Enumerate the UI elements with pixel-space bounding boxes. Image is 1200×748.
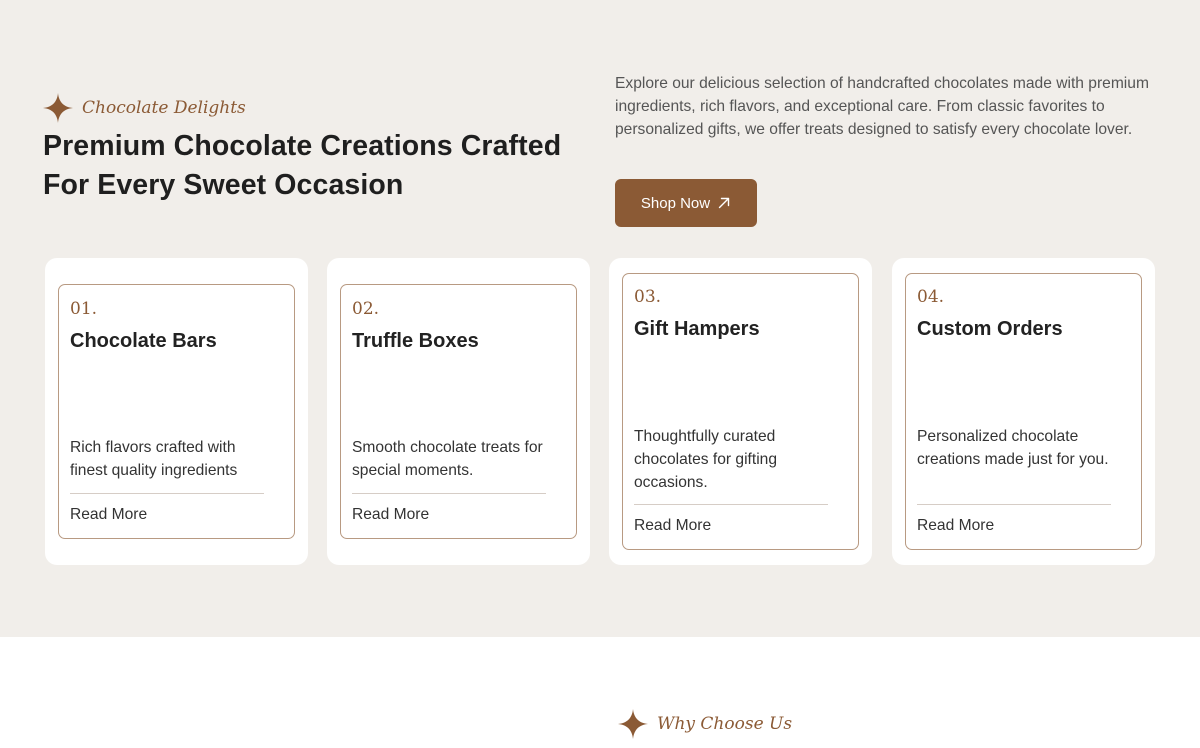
section-eyebrow: Chocolate Delights <box>43 93 246 123</box>
read-more-link[interactable]: Read More <box>70 506 147 524</box>
card-description: Rich flavors crafted with finest quality… <box>70 439 238 479</box>
card-title: Chocolate Bars <box>70 330 217 352</box>
card-divider <box>352 493 546 494</box>
eyebrow-text: Chocolate Delights <box>82 98 246 118</box>
card-number: 03. <box>634 287 662 307</box>
card-number: 04. <box>917 287 945 307</box>
category-card-truffle-boxes[interactable]: 02. Truffle Boxes Smooth chocolate treat… <box>327 258 590 565</box>
card-title: Custom Orders <box>917 318 1063 340</box>
card-inner: 03. Gift Hampers Thoughtfully curated ch… <box>622 273 859 550</box>
arrow-up-right-icon <box>718 197 730 209</box>
read-more-link[interactable]: Read More <box>634 517 711 535</box>
category-card-gift-hampers[interactable]: 03. Gift Hampers Thoughtfully curated ch… <box>609 258 872 565</box>
categories-section: Chocolate Delights Premium Chocolate Cre… <box>0 0 1200 637</box>
section-heading: Premium Chocolate Creations Crafted For … <box>43 130 562 201</box>
shop-now-button[interactable]: Shop Now <box>615 179 757 227</box>
card-inner: 01. Chocolate Bars Rich flavors crafted … <box>58 284 295 539</box>
card-title: Gift Hampers <box>634 318 760 340</box>
read-more-link[interactable]: Read More <box>352 506 429 524</box>
card-description: Smooth chocolate treats for special mome… <box>352 439 543 479</box>
card-inner: 04. Custom Orders Personalized chocolate… <box>905 273 1142 550</box>
card-divider <box>70 493 264 494</box>
card-inner: 02. Truffle Boxes Smooth chocolate treat… <box>340 284 577 539</box>
shop-now-label: Shop Now <box>640 194 711 212</box>
section-description: Explore our delicious selection of handc… <box>615 75 1149 138</box>
four-point-star-icon <box>43 93 73 123</box>
read-more-link[interactable]: Read More <box>917 517 994 535</box>
eyebrow-text: Why Choose Us <box>657 714 793 734</box>
card-title: Truffle Boxes <box>352 330 479 352</box>
why-choose-us-eyebrow: Why Choose Us <box>618 709 792 739</box>
category-card-custom-orders[interactable]: 04. Custom Orders Personalized chocolate… <box>892 258 1155 565</box>
card-number: 01. <box>70 299 98 319</box>
card-description: Personalized chocolate creations made ju… <box>917 428 1109 468</box>
card-number: 02. <box>352 299 380 319</box>
card-description: Thoughtfully curated chocolates for gift… <box>634 428 778 491</box>
category-card-chocolate-bars[interactable]: 01. Chocolate Bars Rich flavors crafted … <box>45 258 308 565</box>
card-divider <box>917 504 1111 505</box>
four-point-star-icon <box>618 709 648 739</box>
card-divider <box>634 504 828 505</box>
